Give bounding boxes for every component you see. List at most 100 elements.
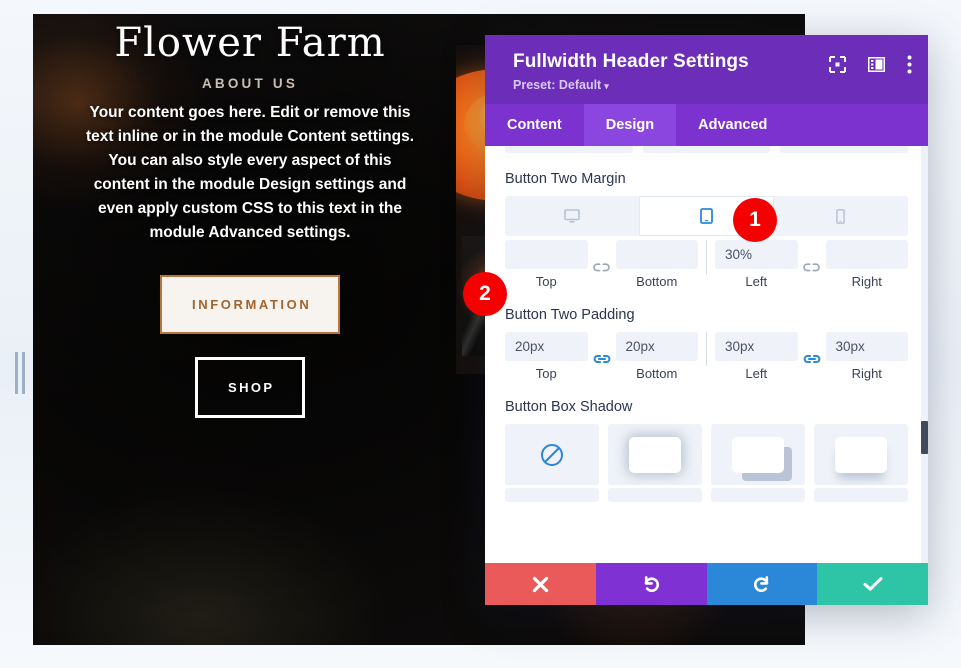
preset-selector[interactable]: Preset: Default ▾ [513, 78, 908, 92]
margin-top-bottom-unlink-icon[interactable] [588, 256, 616, 274]
box-shadow-option-partial[interactable] [814, 488, 908, 502]
hero-content: Flower Farm ABOUT US Your content goes h… [33, 14, 467, 418]
preset-label: Preset: Default [513, 78, 602, 92]
checkmark-icon [863, 577, 883, 591]
cancel-button[interactable] [485, 563, 596, 605]
tab-advanced[interactable]: Advanced [676, 104, 789, 146]
save-button[interactable] [817, 563, 928, 605]
margin-bottom-input[interactable] [615, 240, 698, 269]
settings-scroll-area: Button Two Margin Top Bottom 30% Left Ri… [505, 146, 909, 502]
annotation-badge-2: 2 [463, 272, 507, 316]
padding-bottom-label: Bottom [636, 366, 678, 381]
redo-icon [753, 576, 769, 592]
chevron-down-icon: ▾ [604, 81, 609, 91]
margin-left-right: Left Right [715, 240, 908, 289]
margin-top-bottom: Top Bottom [505, 240, 698, 289]
more-options-icon[interactable] [907, 55, 912, 74]
button-box-shadow-label: Button Box Shadow [505, 399, 633, 415]
margin-device-toggle [505, 196, 908, 236]
shop-button[interactable]: SHOP [195, 357, 305, 418]
margin-bottom-label: Bottom [636, 274, 678, 289]
previous-section-partial [505, 146, 909, 153]
padding-left-right-link-icon[interactable] [798, 347, 826, 366]
undo-icon [644, 576, 660, 592]
padding-fields-row: Top Bottom [505, 332, 908, 381]
partial-field[interactable] [780, 146, 909, 153]
hero-body-text: Your content goes here. Edit or remove t… [85, 104, 415, 241]
shadow-preview-card [629, 436, 681, 473]
padding-right-field-wrap: Right [825, 332, 908, 381]
padding-bottom-field-wrap: Bottom [615, 332, 698, 381]
button-two-margin-group: Button Two Margin Top Bottom 30% Left Ri… [505, 171, 908, 289]
margin-right-field-wrap: Right [825, 240, 908, 289]
padding-top-label: Top [535, 366, 557, 381]
handle-bar [22, 352, 25, 394]
margin-fields-row: Top Bottom 30% Left Right [505, 240, 908, 289]
modal-action-bar [485, 563, 928, 605]
site-title: Flower Farm [114, 20, 386, 66]
margin-top-input[interactable] [505, 240, 588, 269]
device-toggle-desktop[interactable] [505, 196, 639, 236]
box-shadow-option-outer-glow[interactable] [608, 424, 702, 485]
padding-left-field-wrap: Left [715, 332, 798, 381]
box-shadow-options-row-two [505, 488, 908, 502]
box-shadow-option-drop-bottom[interactable] [814, 424, 908, 485]
settings-scrollbar[interactable] [921, 146, 928, 563]
no-shadow-icon [541, 443, 563, 466]
tab-design[interactable]: Design [583, 104, 677, 146]
padding-left-label: Left [745, 366, 768, 381]
margin-top-field-wrap: Top [505, 240, 588, 289]
modal-tabs: Content Design Advanced [485, 104, 928, 146]
margin-left-label: Left [745, 274, 768, 289]
annotation-badge-1: 1 [733, 198, 777, 242]
box-shadow-option-partial[interactable] [608, 488, 702, 502]
button-two-padding-label: Button Two Padding [505, 307, 635, 323]
partial-field[interactable] [642, 146, 771, 153]
fullscreen-icon[interactable] [829, 56, 846, 73]
modal-header-icons [829, 55, 912, 74]
shadow-preview-card [835, 436, 887, 473]
padding-top-bottom: Top Bottom [505, 332, 698, 381]
handle-bar [15, 352, 18, 394]
padding-top-field-wrap: Top [505, 332, 588, 381]
button-box-shadow-group: Button Box Shadow [505, 399, 908, 502]
tab-content[interactable]: Content [485, 104, 584, 146]
box-shadow-option-offset[interactable] [711, 424, 805, 485]
button-two-padding-group: Button Two Padding Top [505, 307, 908, 381]
padding-left-right: Left Right [715, 332, 908, 381]
padding-divider [706, 332, 707, 366]
undo-button[interactable] [595, 563, 707, 605]
hero-buttons: INFORMATION SHOP [33, 275, 467, 418]
left-resize-handle[interactable] [14, 352, 26, 394]
close-icon [532, 576, 548, 592]
margin-top-label: Top [535, 274, 557, 289]
scrollbar-thumb[interactable] [921, 421, 928, 454]
padding-bottom-input[interactable] [615, 332, 698, 361]
layout-view-icon[interactable] [867, 56, 886, 73]
box-shadow-options [505, 424, 908, 485]
margin-left-field-wrap: Left [715, 240, 798, 289]
padding-left-input[interactable] [715, 332, 798, 361]
shadow-preview-card [732, 436, 784, 473]
modal-body: Button Two Margin Top Bottom 30% Left Ri… [485, 146, 928, 563]
device-toggle-phone[interactable] [774, 196, 908, 236]
redo-button[interactable] [706, 563, 818, 605]
about-us-eyebrow: ABOUT US [201, 76, 299, 91]
padding-top-bottom-link-icon[interactable] [588, 347, 616, 366]
padding-right-label: Right [851, 366, 882, 381]
partial-field[interactable] [505, 146, 633, 153]
box-shadow-option-partial[interactable] [711, 488, 805, 502]
padding-right-input[interactable] [825, 332, 908, 361]
margin-divider [706, 240, 707, 274]
margin-bottom-field-wrap: Bottom [615, 240, 698, 289]
box-shadow-option-partial[interactable] [505, 488, 599, 502]
button-two-margin-label: Button Two Margin [505, 171, 626, 187]
padding-top-input[interactable] [505, 332, 588, 361]
information-button[interactable]: INFORMATION [160, 275, 340, 334]
margin-left-input[interactable] [715, 240, 798, 269]
fullwidth-header-settings-modal: Fullwidth Header Settings Preset: Defaul… [485, 35, 928, 605]
margin-left-right-unlink-icon[interactable] [798, 256, 826, 274]
margin-right-label: Right [851, 274, 882, 289]
margin-right-input[interactable] [825, 240, 908, 269]
box-shadow-option-none[interactable] [505, 424, 599, 485]
